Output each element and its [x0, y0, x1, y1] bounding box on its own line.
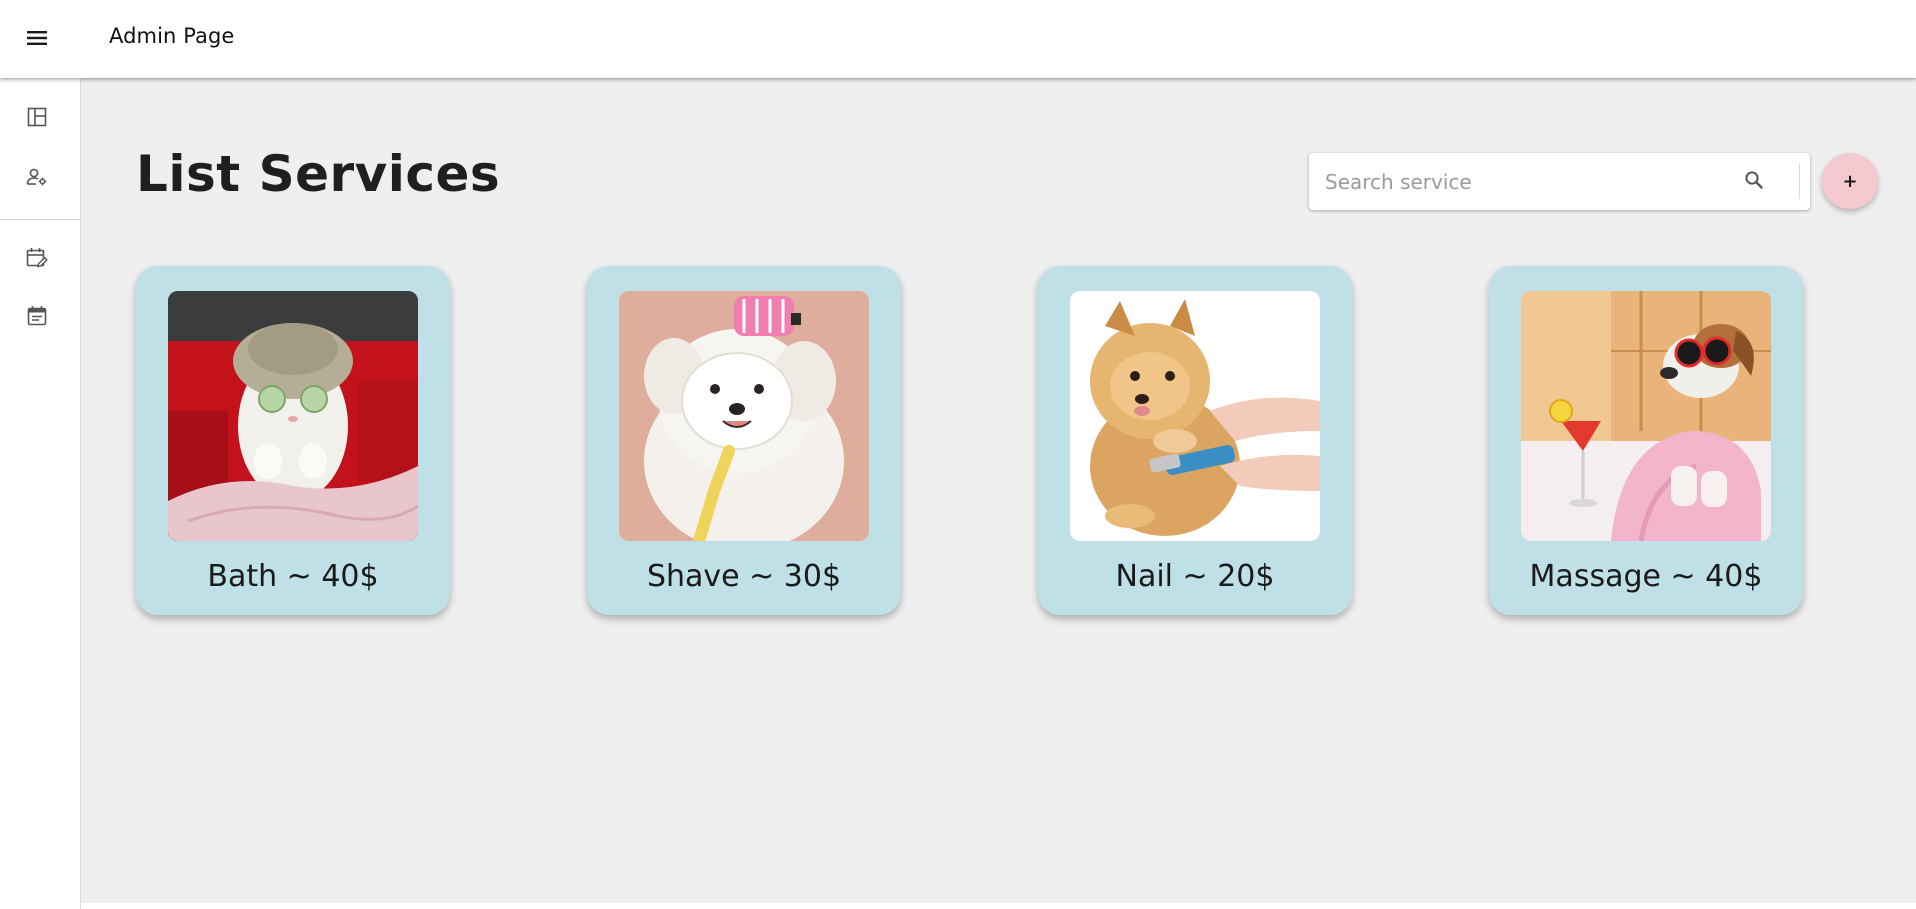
- service-label: Bath ~ 40$: [207, 559, 379, 594]
- service-card-massage[interactable]: Massage ~ 40$: [1489, 266, 1803, 615]
- search-input[interactable]: [1309, 153, 1749, 210]
- dog-shave-image: [619, 291, 869, 541]
- calendar-icon: [27, 305, 47, 331]
- service-card-bath[interactable]: Bath ~ 40$: [136, 266, 450, 615]
- app-title: Admin Page: [109, 24, 235, 48]
- drawer-divider: [0, 219, 80, 220]
- sidebar-item-edit-schedule[interactable]: [20, 243, 54, 277]
- add-service-button[interactable]: +: [1822, 153, 1878, 209]
- sidebar-item-manage-users[interactable]: [20, 162, 54, 196]
- dog-nail-image: [1070, 291, 1320, 541]
- menu-button[interactable]: [20, 22, 54, 56]
- service-label: Shave ~ 30$: [646, 559, 842, 594]
- service-card-nail[interactable]: Nail ~ 20$: [1038, 266, 1352, 615]
- service-card-shave[interactable]: Shave ~ 30$: [587, 266, 901, 615]
- search-divider: [1799, 164, 1800, 199]
- side-drawer: [0, 78, 81, 909]
- sidebar-item-dashboard[interactable]: [20, 102, 54, 136]
- calendar-edit-icon: [26, 247, 48, 273]
- main-content: List Services +: [81, 78, 1916, 903]
- dog-massage-image: [1521, 291, 1771, 541]
- sidebar-item-appointments[interactable]: [20, 301, 54, 335]
- cat-bath-image: [168, 291, 418, 541]
- user-settings-icon: [26, 167, 48, 191]
- dashboard-icon: [27, 107, 47, 131]
- page-title: List Services: [136, 145, 501, 203]
- search-icon: [1744, 170, 1764, 194]
- service-label: Nail ~ 20$: [1115, 559, 1275, 594]
- search-box: [1309, 153, 1810, 210]
- search-button[interactable]: [1738, 166, 1770, 198]
- service-label: Massage ~ 40$: [1529, 559, 1763, 594]
- app-bar: Admin Page: [0, 0, 1916, 78]
- menu-icon: [27, 30, 47, 49]
